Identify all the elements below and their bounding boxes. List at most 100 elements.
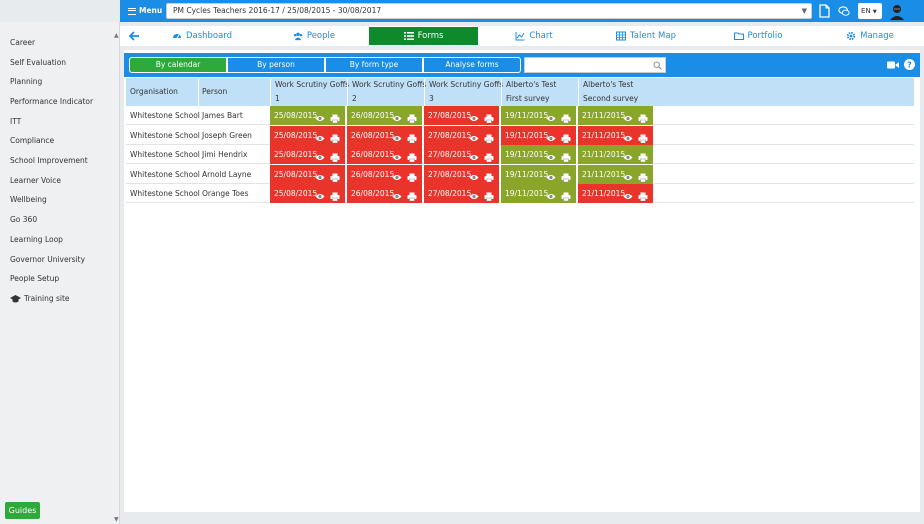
form-status-cell[interactable]: 25/08/2015 <box>270 145 346 164</box>
tab-chart[interactable]: Chart <box>478 27 590 45</box>
language-select[interactable]: EN ▼ <box>858 3 882 19</box>
sidebar-item-performance-indicator[interactable]: Performance Indicator <box>10 96 93 108</box>
print-icon[interactable] <box>330 111 340 124</box>
print-icon[interactable] <box>638 150 648 163</box>
print-icon[interactable] <box>638 131 648 143</box>
eye-icon[interactable] <box>623 111 633 121</box>
print-icon[interactable] <box>484 150 494 163</box>
print-icon[interactable] <box>330 150 340 163</box>
form-status-cell[interactable]: 19/11/2015 <box>501 125 577 145</box>
sidebar-item-governor-university[interactable]: Governor University <box>10 254 85 266</box>
print-icon[interactable] <box>561 131 571 143</box>
tab-talent-map[interactable]: Talent Map <box>590 27 702 45</box>
eye-icon[interactable] <box>315 170 325 180</box>
sidebar-item-training-site[interactable]: Training site <box>10 293 70 305</box>
print-icon[interactable] <box>638 189 648 202</box>
cell-person[interactable]: Arnold Layne <box>202 165 251 184</box>
view-analyse-forms-button[interactable]: Analyse forms <box>423 57 521 73</box>
form-status-cell[interactable]: 26/08/2015 <box>347 125 423 145</box>
cell-person[interactable]: Orange Toes <box>202 184 249 203</box>
sidebar-item-learner-voice[interactable]: Learner Voice <box>10 175 61 187</box>
print-icon[interactable] <box>561 189 571 202</box>
print-icon[interactable] <box>484 170 494 182</box>
form-status-cell[interactable]: 26/08/2015 <box>347 106 423 125</box>
form-status-cell[interactable]: 26/08/2015 <box>347 184 423 203</box>
sidebar-item-learning-loop[interactable]: Learning Loop <box>10 234 63 246</box>
form-status-cell[interactable]: 21/11/2015 <box>578 164 654 184</box>
print-icon[interactable] <box>407 111 417 124</box>
eye-icon[interactable] <box>546 131 556 141</box>
print-icon[interactable] <box>330 189 340 202</box>
print-icon[interactable] <box>330 170 340 182</box>
search-input[interactable] <box>524 57 666 73</box>
form-status-cell[interactable]: 27/08/2015 <box>424 145 500 164</box>
eye-icon[interactable] <box>392 150 402 160</box>
user-avatar[interactable] <box>888 2 906 20</box>
cell-person[interactable]: Joseph Green <box>202 126 252 145</box>
menu-button[interactable]: Menu <box>128 4 162 18</box>
back-arrow-icon[interactable] <box>128 30 140 42</box>
form-status-cell[interactable]: 19/11/2015 <box>501 145 577 164</box>
tab-people[interactable]: People <box>258 27 370 45</box>
eye-icon[interactable] <box>315 189 325 199</box>
eye-icon[interactable] <box>315 131 325 141</box>
form-status-cell[interactable]: 25/08/2015 <box>270 106 346 125</box>
sidebar-item-go-360[interactable]: Go 360 <box>10 214 37 226</box>
eye-icon[interactable] <box>469 189 479 199</box>
print-icon[interactable] <box>561 111 571 124</box>
sidebar-item-wellbeing[interactable]: Wellbeing <box>10 194 47 206</box>
eye-icon[interactable] <box>623 131 633 141</box>
eye-icon[interactable] <box>469 131 479 141</box>
eye-icon[interactable] <box>392 189 402 199</box>
form-status-cell[interactable]: 19/11/2015 <box>501 164 577 184</box>
eye-icon[interactable] <box>623 150 633 160</box>
print-icon[interactable] <box>330 131 340 143</box>
print-icon[interactable] <box>638 111 648 124</box>
sidebar-item-self-evaluation[interactable]: Self Evaluation <box>10 57 66 69</box>
eye-icon[interactable] <box>315 150 325 160</box>
eye-icon[interactable] <box>392 111 402 121</box>
form-status-cell[interactable]: 19/11/2015 <box>501 106 577 125</box>
eye-icon[interactable] <box>546 111 556 121</box>
form-status-cell[interactable]: 27/08/2015 <box>424 164 500 184</box>
form-status-cell[interactable]: 21/11/2015 <box>578 184 654 203</box>
view-by-calendar-button[interactable]: By calendar <box>129 57 227 73</box>
sidebar-item-planning[interactable]: Planning <box>10 76 42 88</box>
eye-icon[interactable] <box>392 131 402 141</box>
guides-button[interactable]: Guides <box>5 502 40 519</box>
sidebar-item-school-improvement[interactable]: School Improvement <box>10 155 88 167</box>
eye-icon[interactable] <box>546 170 556 180</box>
print-icon[interactable] <box>561 170 571 182</box>
tab-manage[interactable]: Manage <box>814 27 924 45</box>
view-by-person-button[interactable]: By person <box>227 57 325 73</box>
eye-icon[interactable] <box>546 189 556 199</box>
eye-icon[interactable] <box>546 150 556 160</box>
print-icon[interactable] <box>484 111 494 124</box>
form-status-cell[interactable]: 21/11/2015 <box>578 125 654 145</box>
sidebar-item-career[interactable]: Career <box>10 37 35 49</box>
print-icon[interactable] <box>638 170 648 182</box>
eye-icon[interactable] <box>469 111 479 121</box>
print-icon[interactable] <box>407 189 417 202</box>
print-icon[interactable] <box>407 150 417 163</box>
print-icon[interactable] <box>407 170 417 182</box>
form-status-cell[interactable]: 27/08/2015 <box>424 125 500 145</box>
eye-icon[interactable] <box>469 150 479 160</box>
form-status-cell[interactable]: 27/08/2015 <box>424 106 500 125</box>
tab-portfolio[interactable]: Portfolio <box>702 27 814 45</box>
form-status-cell[interactable]: 21/11/2015 <box>578 145 654 164</box>
chat-icon[interactable] <box>838 4 850 18</box>
scroll-up-icon[interactable]: ▲ <box>114 32 119 39</box>
cell-person[interactable]: Jimi Hendrix <box>202 145 247 164</box>
print-icon[interactable] <box>407 131 417 143</box>
print-icon[interactable] <box>484 131 494 143</box>
search-icon[interactable] <box>653 61 662 70</box>
video-camera-icon[interactable] <box>887 60 899 70</box>
sidebar-item-itt[interactable]: ITT <box>10 116 21 128</box>
print-icon[interactable] <box>561 150 571 163</box>
eye-icon[interactable] <box>469 170 479 180</box>
form-status-cell[interactable]: 26/08/2015 <box>347 164 423 184</box>
form-status-cell[interactable]: 25/08/2015 <box>270 184 346 203</box>
form-status-cell[interactable]: 25/08/2015 <box>270 125 346 145</box>
tab-forms[interactable]: Forms <box>369 27 478 45</box>
